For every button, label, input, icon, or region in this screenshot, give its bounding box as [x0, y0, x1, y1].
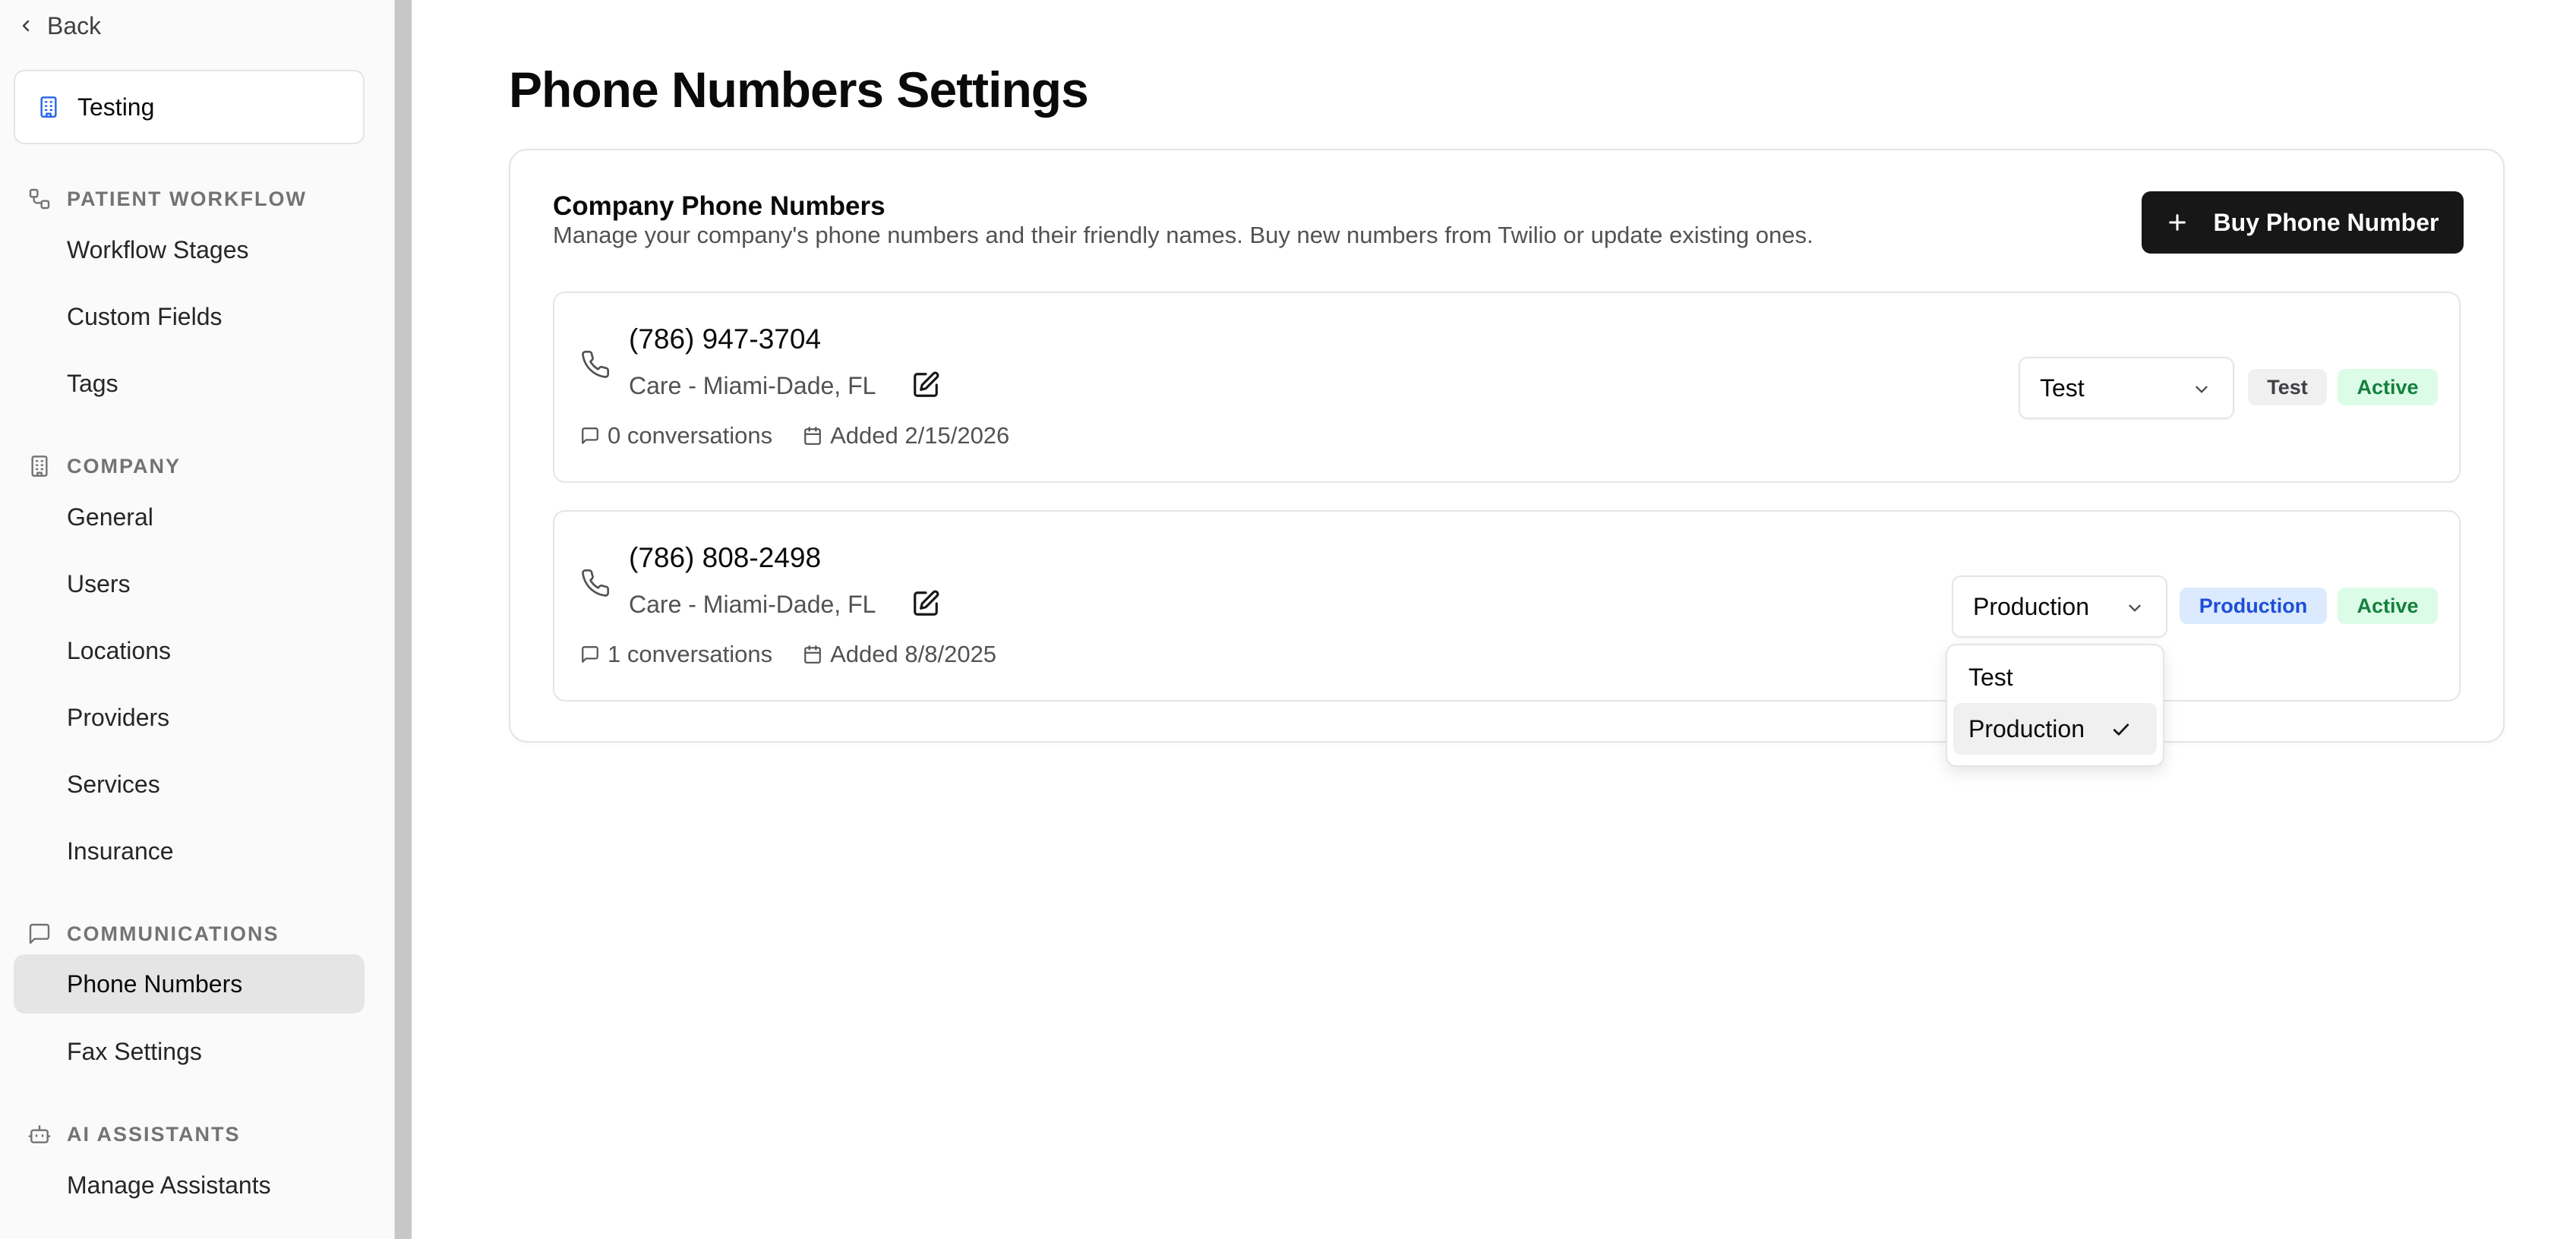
org-switcher[interactable]: Testing: [14, 70, 365, 144]
section-ai-assistants: AI ASSISTANTS: [27, 1119, 241, 1149]
sidebar-item-custom-fields[interactable]: Custom Fields: [14, 287, 365, 346]
friendly-name: Care - Miami-Dade, FL: [629, 372, 876, 399]
sidebar-item-general[interactable]: General: [14, 487, 365, 547]
added-date: Added 8/8/2025: [830, 641, 997, 667]
plus-icon: [2168, 214, 2186, 231]
environment-select[interactable]: Production: [1952, 575, 2167, 638]
edit-icon[interactable]: [911, 370, 940, 399]
row-meta: 0 conversations Added 2/15/2026: [580, 422, 1009, 449]
edit-icon[interactable]: [911, 589, 940, 618]
back-link[interactable]: Back: [17, 9, 101, 43]
environment-select[interactable]: Test: [2019, 357, 2234, 419]
sidebar-item-tags[interactable]: Tags: [14, 354, 365, 413]
conversation-count: 1 conversations: [608, 641, 773, 667]
page-title: Phone Numbers Settings: [509, 61, 1089, 118]
card-title: Company Phone Numbers: [553, 191, 886, 221]
sidebar-item-services[interactable]: Services: [14, 755, 365, 814]
chevron-left-icon: [22, 20, 30, 32]
conversation-count: 0 conversations: [608, 422, 773, 449]
building-icon: [40, 96, 57, 118]
sidebar-item-users[interactable]: Users: [14, 554, 365, 613]
phone-icon: [582, 569, 610, 597]
sidebar-scrollbar[interactable]: [395, 0, 412, 1239]
sidebar-item-manage-assistants[interactable]: Manage Assistants: [14, 1155, 365, 1215]
phone-number-row: (786) 947-3704 Care - Miami-Dade, FL 0 c…: [553, 292, 2461, 483]
check-icon: [2113, 724, 2129, 736]
section-patient-workflow: PATIENT WORKFLOW: [27, 184, 307, 214]
sidebar: Back Testing PATIENT WORKFLOW Workflow S…: [0, 0, 395, 1239]
message-icon: [582, 646, 598, 663]
back-label: Back: [47, 11, 102, 39]
phone-icon: [582, 350, 610, 378]
phone-number-row: (786) 808-2498 Care - Miami-Dade, FL 1 c…: [553, 510, 2461, 701]
message-icon: [582, 427, 598, 444]
phone-numbers-card: Company Phone Numbers Manage your compan…: [509, 149, 2505, 742]
phone-number: (786) 808-2498: [629, 542, 822, 573]
phone-number: (786) 947-3704: [629, 323, 822, 355]
chevron-down-icon: [2129, 604, 2141, 612]
dropdown-option-test[interactable]: Test: [1953, 651, 2157, 703]
sidebar-item-workflow-stages[interactable]: Workflow Stages: [14, 220, 365, 279]
calendar-icon: [804, 427, 821, 445]
chevron-down-icon: [2196, 386, 2208, 393]
row-meta: 1 conversations Added 8/8/2025: [580, 641, 996, 668]
message-icon: [29, 923, 50, 944]
card-description: Manage your company's phone numbers and …: [553, 222, 1814, 248]
sidebar-item-insurance[interactable]: Insurance: [14, 821, 365, 881]
sidebar-item-phone-numbers[interactable]: Phone Numbers: [14, 954, 365, 1014]
building-icon: [31, 456, 48, 477]
dropdown-option-production[interactable]: Production: [1953, 703, 2157, 755]
org-name: Testing: [77, 93, 155, 121]
environment-badge: Production: [2180, 588, 2327, 624]
environment-badge: Test: [2248, 369, 2327, 405]
calendar-icon: [804, 645, 821, 664]
sidebar-item-providers[interactable]: Providers: [14, 688, 365, 747]
bot-icon: [28, 1125, 51, 1143]
environment-dropdown-menu: Test Production: [1946, 644, 2164, 767]
status-badge: Active: [2338, 369, 2438, 405]
section-company: COMPANY: [27, 451, 181, 481]
buy-phone-number-button[interactable]: Buy Phone Number: [2142, 191, 2464, 254]
friendly-name: Care - Miami-Dade, FL: [629, 591, 876, 618]
status-badge: Active: [2338, 588, 2438, 624]
sidebar-item-locations[interactable]: Locations: [14, 621, 365, 680]
section-communications: COMMUNICATIONS: [27, 919, 279, 949]
workflow-icon: [29, 188, 50, 210]
added-date: Added 2/15/2026: [830, 422, 1010, 449]
sidebar-item-fax-settings[interactable]: Fax Settings: [14, 1022, 365, 1081]
